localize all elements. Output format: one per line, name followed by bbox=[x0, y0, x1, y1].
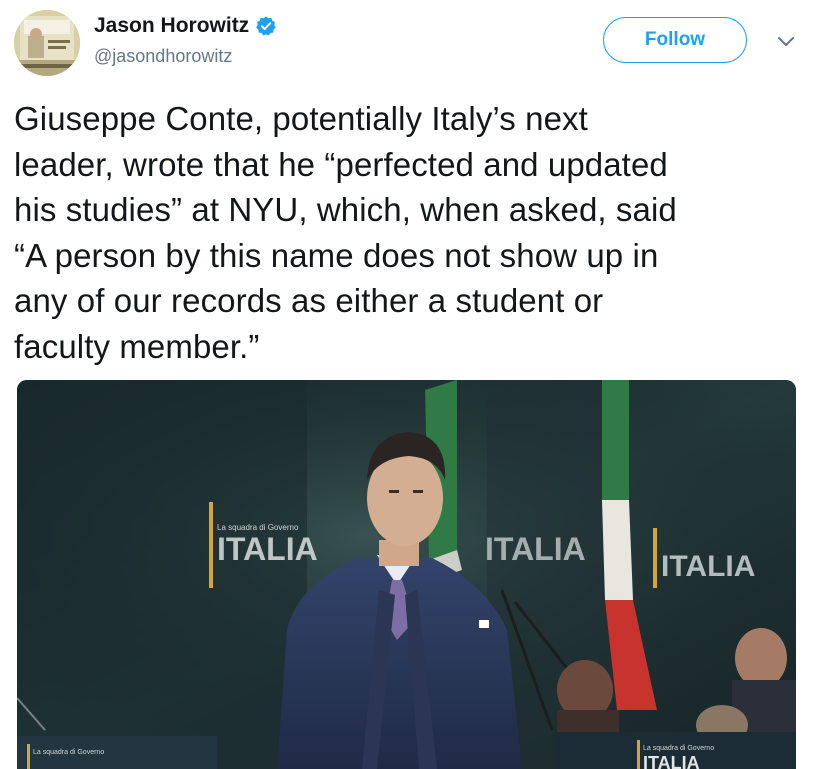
tweet-text-line: his studies” at NYU, which, when asked, … bbox=[14, 191, 677, 228]
verified-badge-icon bbox=[255, 15, 277, 37]
display-name-row: Jason Horowitz bbox=[94, 12, 277, 40]
tweet-photo[interactable]: La squadra di Governo ITALIA ITALIA ITAL… bbox=[17, 380, 796, 769]
podium-word: ITALIA bbox=[643, 753, 700, 769]
tweet-text-line: faculty member.” bbox=[14, 327, 260, 365]
tweet-card: Jason Horowitz @jasondhorowitz Follow Gi… bbox=[0, 0, 814, 769]
tweet-text-line: leader, wrote that he “perfected and upd… bbox=[14, 145, 668, 183]
tweet-text-line: “A person by this name does not show up … bbox=[14, 236, 659, 274]
backdrop-word: ITALIA bbox=[485, 531, 586, 567]
follow-button[interactable]: Follow bbox=[603, 17, 747, 63]
backdrop-word: ITALIA bbox=[217, 531, 318, 567]
author-handle[interactable]: @jasondhorowitz bbox=[94, 42, 277, 70]
backdrop-word: ITALIA bbox=[661, 550, 755, 583]
chevron-down-icon[interactable] bbox=[775, 32, 797, 50]
author-block: Jason Horowitz @jasondhorowitz bbox=[94, 12, 277, 70]
tweet-text-line: any of our records as either a student o… bbox=[14, 282, 604, 319]
tweet-text-line: Giuseppe Conte, potentially Italy’s next bbox=[14, 100, 588, 137]
tweet-text: Giuseppe Conte, potentially Italy’s next… bbox=[14, 96, 794, 369]
avatar[interactable] bbox=[14, 10, 80, 76]
display-name[interactable]: Jason Horowitz bbox=[94, 12, 249, 40]
podium-sub-text: La squadra di Governo bbox=[643, 745, 714, 752]
banner-sub-text: La squadra di Governo bbox=[33, 749, 104, 756]
tweet-header: Jason Horowitz @jasondhorowitz Follow bbox=[14, 10, 804, 76]
